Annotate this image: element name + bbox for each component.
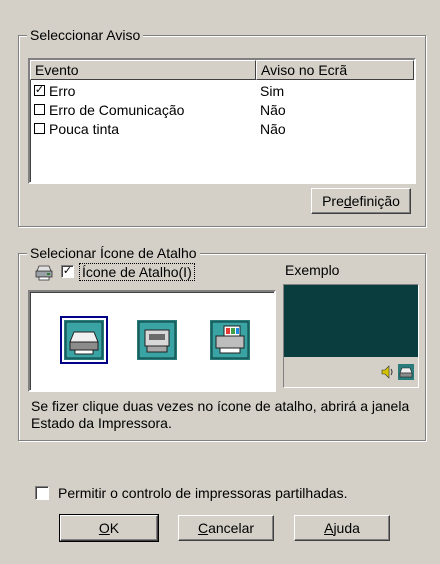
event-list[interactable]: Evento Aviso no Ecrã ✓ Erro Sim Erro de C… (28, 58, 416, 184)
shortcut-icon-checkbox[interactable]: ✓ (61, 265, 74, 278)
column-header-notice[interactable]: Aviso no Ecrã (256, 60, 414, 80)
list-item[interactable]: Pouca tinta Não (30, 119, 414, 138)
row-checkbox-comm-error[interactable] (34, 104, 45, 115)
event-name: Erro (49, 82, 76, 99)
notice-value: Não (260, 120, 286, 137)
notice-group: Seleccionar Aviso Evento Aviso no Ecrã ✓… (18, 26, 426, 227)
list-item[interactable]: ✓ Erro Sim (30, 81, 414, 100)
event-name: Pouca tinta (49, 120, 120, 137)
shortcut-icon-label[interactable]: Ícone de Atalho(I) (79, 263, 195, 281)
shared-printers-checkbox[interactable] (35, 486, 49, 500)
help-button[interactable]: Ajuda (294, 515, 390, 541)
tray-printer-icon (398, 364, 414, 380)
shortcut-group: Selecionar Ícone de Atalho ✓ Ícone de At… (18, 244, 426, 441)
column-header-event[interactable]: Evento (30, 60, 256, 80)
printer-icon-2[interactable] (137, 320, 177, 360)
ok-button[interactable]: OK (59, 514, 159, 542)
row-checkbox-error[interactable]: ✓ (34, 85, 45, 96)
speaker-icon (381, 365, 393, 379)
shared-printers-label[interactable]: Permitir o controlo de impressoras parti… (58, 484, 347, 502)
notice-value: Sim (260, 82, 285, 99)
event-name: Erro de Comunicação (49, 101, 185, 118)
icon-selection-box[interactable] (28, 290, 276, 392)
shortcut-group-title: Selecionar Ícone de Atalho (27, 244, 200, 262)
list-item[interactable]: Erro de Comunicação Não (30, 100, 414, 119)
event-list-header: Evento Aviso no Ecrã (30, 60, 414, 80)
example-desktop-area (284, 285, 418, 357)
printer-icon-1[interactable] (60, 316, 108, 364)
shortcut-description: Se fizer clique duas vezes no ícone de a… (31, 398, 410, 431)
notice-value: Não (260, 101, 286, 118)
printer-icon-3[interactable] (210, 320, 250, 360)
default-settings-button[interactable]: Predefinição (311, 188, 411, 214)
example-label: Exemplo (285, 262, 340, 278)
cancel-button[interactable]: Cancelar (178, 515, 274, 541)
row-checkbox-low-ink[interactable] (34, 123, 45, 134)
notice-group-title: Seleccionar Aviso (27, 26, 144, 44)
printer-small-icon (35, 265, 53, 281)
example-preview (283, 284, 419, 388)
